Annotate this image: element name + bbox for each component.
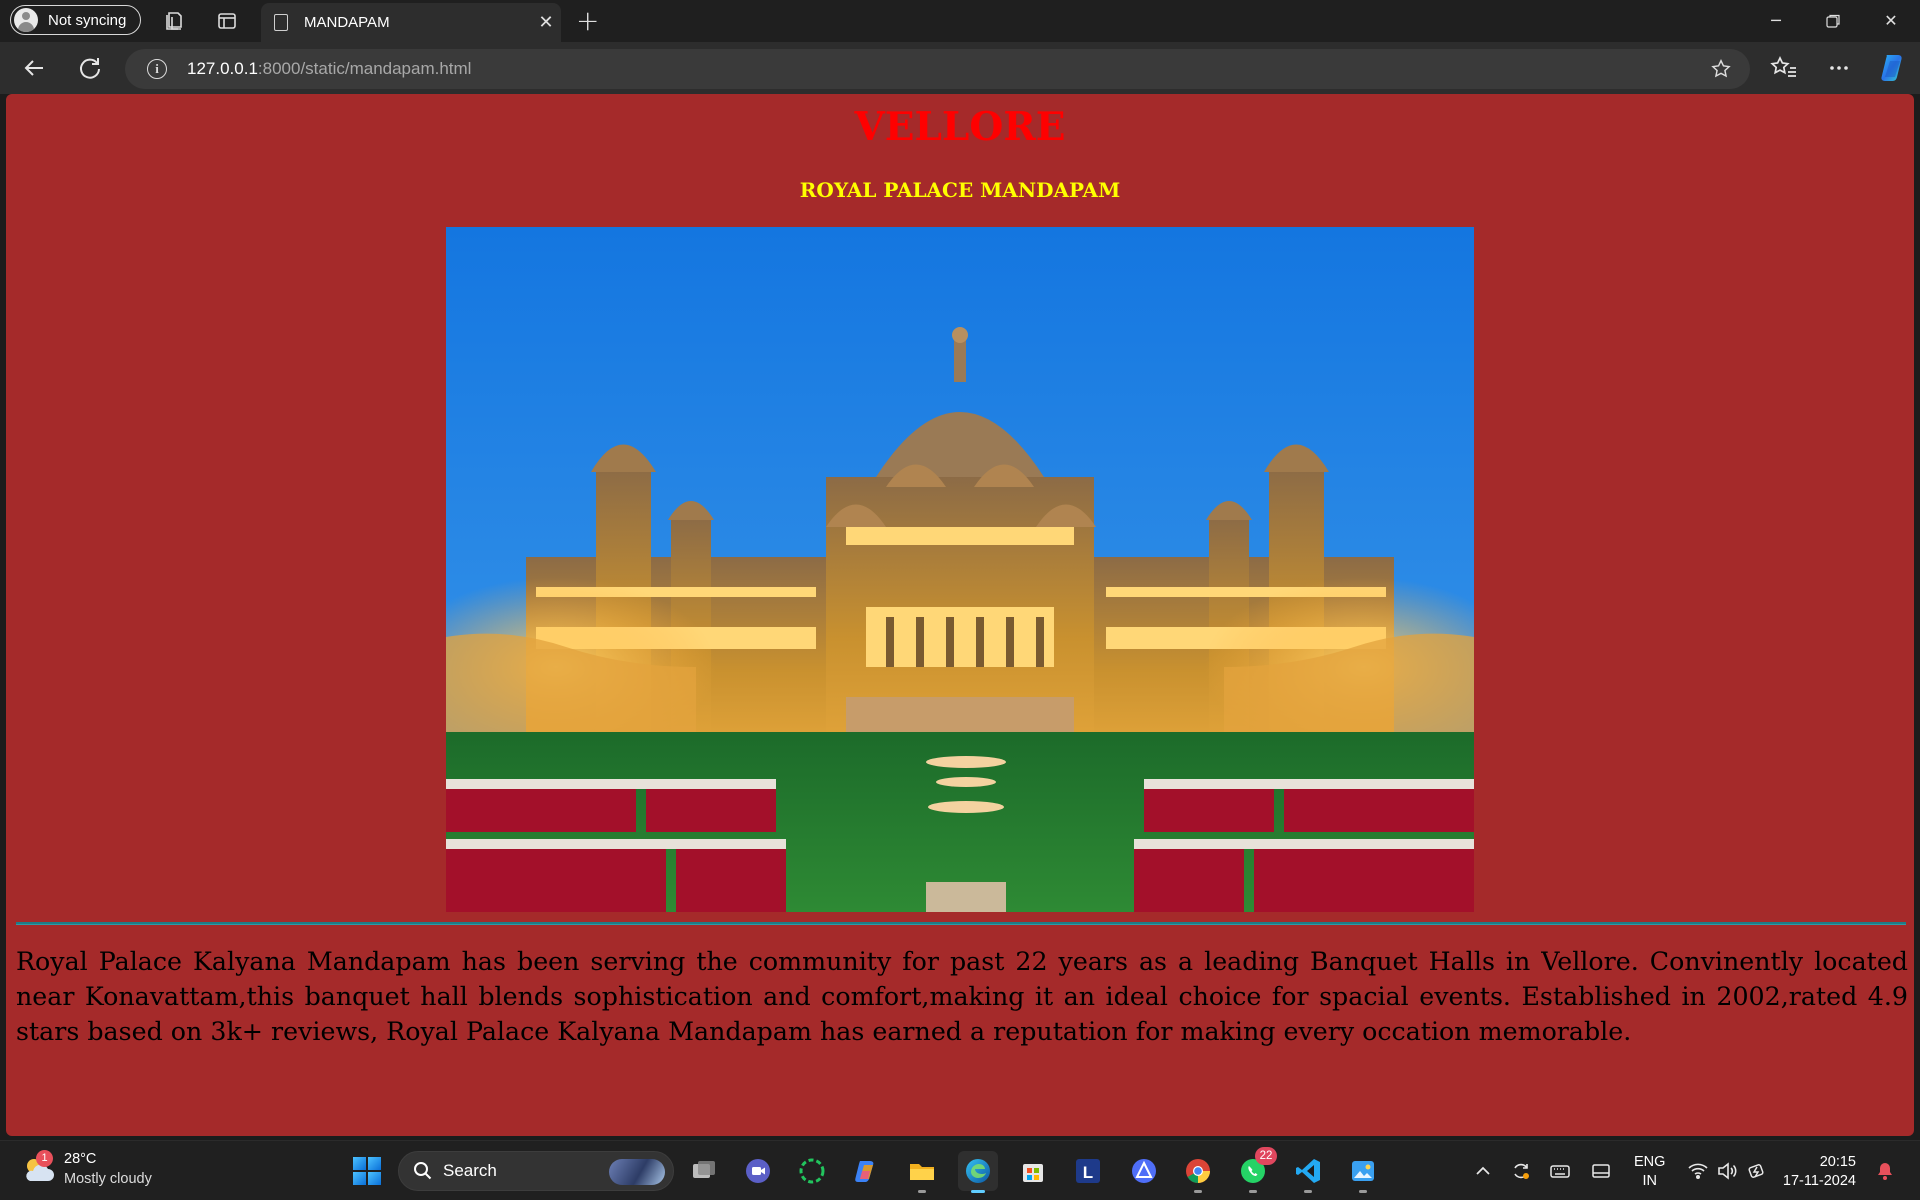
new-tab-button[interactable]: + [576,6,599,36]
workspaces-icon[interactable] [163,9,187,33]
profile-avatar-icon [14,8,38,32]
profile-label: Not syncing [48,11,127,29]
close-window-button[interactable]: ✕ [1871,8,1911,34]
url-path: :8000/static/mandapam.html [257,59,472,78]
browser-titlebar: Not syncing MANDAPAM ✕ + ─ ✕ [0,0,1920,42]
taskbar-search[interactable]: Search [398,1151,674,1191]
url-host: 127.0.0.1 [187,59,258,78]
microsoft-store-icon[interactable] [1013,1151,1053,1191]
vscode-icon[interactable] [1288,1151,1328,1193]
cloudy-weather-icon: 1 [22,1150,56,1184]
loader-app-icon[interactable] [792,1151,832,1191]
back-arrow-icon[interactable] [18,52,50,84]
chrome-icon[interactable] [1178,1151,1218,1193]
file-explorer-icon[interactable] [902,1151,942,1193]
running-indicator [1359,1190,1367,1193]
language-indicator[interactable]: ENG IN [1634,1153,1665,1191]
task-view-icon[interactable] [684,1151,724,1191]
windows-start-icon[interactable] [352,1156,382,1186]
restore-icon [1826,14,1840,28]
tab-close-icon[interactable]: ✕ [531,12,561,33]
refresh-icon[interactable] [74,52,106,84]
page-viewport: VELLORE ROYAL PALACE MANDAPAM Royal Pala… [6,94,1914,1136]
copilot-app-icon[interactable] [846,1151,886,1191]
horizontal-rule [16,922,1906,925]
weather-condition: Mostly cloudy [64,1171,152,1187]
weather-widget[interactable]: 1 28°C Mostly cloudy [22,1149,152,1189]
language-code: ENG [1634,1154,1666,1170]
teams-meet-icon[interactable] [738,1151,778,1191]
address-bar[interactable]: i 127.0.0.1:8000/static/mandapam.html [125,49,1750,89]
clock-time: 20:15 [1819,1154,1856,1170]
search-label: Search [443,1161,497,1180]
weather-badge: 1 [36,1150,53,1167]
system-clock[interactable]: 20:15 17-11-2024 [1782,1153,1856,1191]
clock-date: 17-11-2024 [1782,1173,1856,1189]
tab-mandapam[interactable]: MANDAPAM ✕ [261,3,561,42]
edge-browser-icon[interactable] [958,1151,998,1193]
chevron-up-icon[interactable] [1472,1160,1494,1182]
page-favicon-icon [274,14,288,31]
page-heading: VELLORE [854,104,1066,150]
keyboard-icon[interactable] [1549,1160,1571,1182]
profile-button[interactable]: Not syncing [10,5,141,35]
whatsapp-icon[interactable]: 22 [1233,1147,1277,1193]
running-indicator [1194,1190,1202,1193]
browser-toolbar: i 127.0.0.1:8000/static/mandapam.html [0,42,1920,94]
palace-photo [446,227,1474,912]
affinity-icon[interactable] [1124,1151,1164,1191]
search-icon [414,1162,432,1180]
region-code: IN [1642,1173,1657,1189]
battery-charging-icon[interactable] [1746,1160,1768,1182]
running-indicator [1304,1190,1312,1193]
site-info-icon[interactable]: i [147,59,167,79]
search-highlight-icon [609,1159,665,1185]
notification-bell-icon[interactable] [1874,1160,1896,1182]
weather-temp: 28°C [64,1151,97,1167]
palace-photo-icon [446,227,1474,912]
favorites-list-icon[interactable] [1768,52,1800,84]
minimize-button[interactable]: ─ [1756,8,1796,34]
whatsapp-badge: 22 [1255,1147,1277,1165]
windows-taskbar: 1 28°C Mostly cloudy Search L 22 ENG IN … [0,1140,1920,1200]
sync-icon[interactable] [1510,1160,1532,1182]
copilot-icon[interactable] [1876,51,1910,85]
wifi-icon[interactable] [1687,1160,1709,1182]
tab-title: MANDAPAM [304,14,390,31]
active-indicator [971,1190,985,1193]
page-subheading: ROYAL PALACE MANDAPAM [799,178,1121,202]
running-indicator [1249,1190,1257,1193]
svg-text:L: L [1083,1163,1093,1182]
more-options-icon[interactable] [1823,52,1855,84]
photos-icon[interactable] [1343,1151,1383,1193]
vertical-tabs-icon[interactable] [215,9,239,33]
restore-button[interactable] [1813,8,1853,34]
l-app-icon[interactable]: L [1068,1151,1108,1191]
tablet-display-icon[interactable] [1590,1160,1612,1182]
running-indicator [918,1190,926,1193]
mandapam-description: Royal Palace Kalyana Mandapam has been s… [16,947,1908,1046]
favorite-star-icon[interactable] [1710,58,1732,80]
volume-icon[interactable] [1716,1160,1738,1182]
